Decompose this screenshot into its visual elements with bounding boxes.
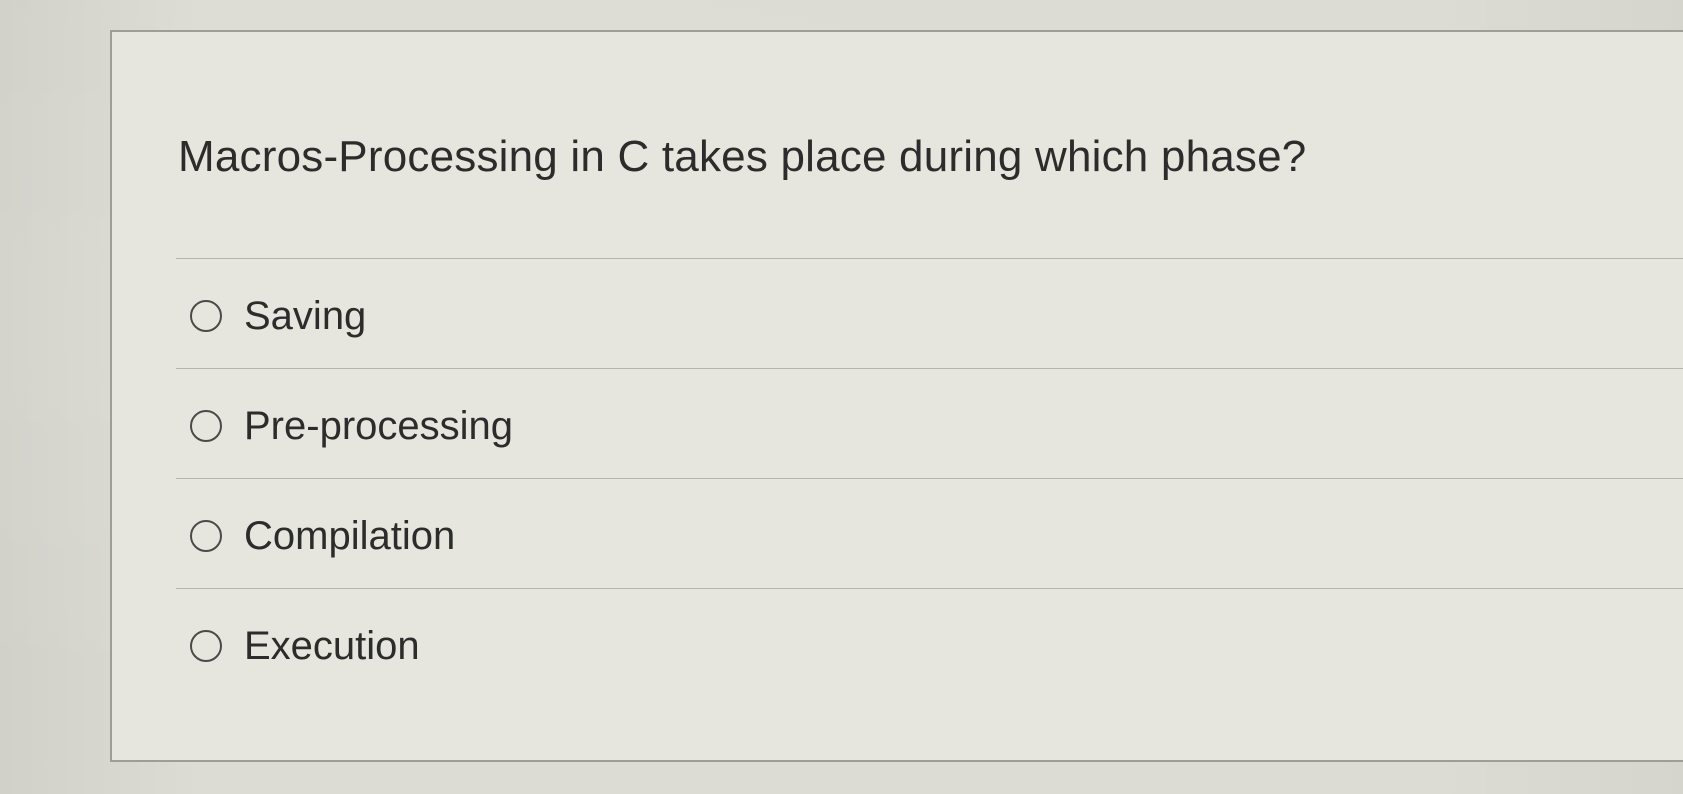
option-label: Pre-processing	[244, 403, 514, 448]
option-execution[interactable]: Execution	[190, 616, 420, 676]
divider	[176, 588, 1683, 589]
question-text: Macros-Processing in C takes place durin…	[178, 132, 1307, 181]
divider	[176, 478, 1683, 479]
option-compilation[interactable]: Compilation	[190, 506, 455, 566]
radio-button-saving[interactable]	[190, 300, 222, 332]
radio-button-pre-processing[interactable]	[190, 410, 222, 442]
question-card: Macros-Processing in C takes place durin…	[110, 30, 1683, 762]
divider	[176, 368, 1683, 369]
divider	[176, 258, 1683, 259]
option-label: Saving	[244, 293, 367, 338]
option-saving[interactable]: Saving	[190, 286, 366, 346]
option-label: Execution	[244, 623, 420, 668]
radio-button-execution[interactable]	[190, 630, 222, 662]
radio-button-compilation[interactable]	[190, 520, 222, 552]
option-label: Compilation	[244, 513, 456, 558]
option-pre-processing[interactable]: Pre-processing	[190, 396, 513, 456]
